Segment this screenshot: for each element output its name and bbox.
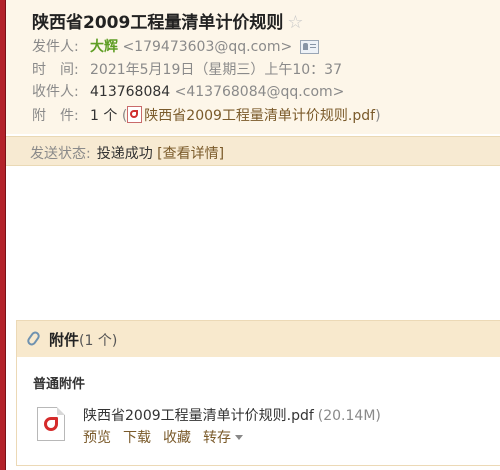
attachment-actions: 预览 下载 收藏 转存 bbox=[83, 427, 255, 447]
contact-card-icon[interactable] bbox=[300, 40, 320, 54]
attachments-title: 附件(1 个) bbox=[49, 329, 117, 350]
sender-row: 发件人: 大辉 <179473603@qq.com> bbox=[32, 38, 320, 56]
favorite-link[interactable]: 收藏 bbox=[163, 430, 191, 446]
attachments-panel: 附件(1 个) 普通附件 陕西省2009工程量清单计价规则.pdf (20.14M… bbox=[16, 320, 500, 466]
mail-subject: 陕西省2009工程量清单计价规则 ☆ bbox=[32, 8, 303, 33]
attachments-title-text: 附件 bbox=[49, 331, 80, 349]
sender-label: 发件人: bbox=[32, 39, 79, 55]
attachment-count: 1 个 bbox=[90, 108, 118, 124]
paperclip-icon bbox=[25, 329, 42, 348]
save-to-link[interactable]: 转存 bbox=[203, 430, 243, 446]
attachment-row: 附 件: 1 个 (陕西省2009工程量清单计价规则.pdf) bbox=[32, 106, 381, 125]
delivery-status-bar: 发送状态: 投递成功 [查看详情] bbox=[6, 136, 500, 166]
time-row: 时 间: 2021年5月19日（星期三）上午10：37 bbox=[32, 61, 342, 79]
paren-close: ) bbox=[375, 108, 381, 124]
attachment-file-link[interactable]: 陕西省2009工程量清单计价规则.pdf bbox=[144, 108, 375, 124]
file-size: (20.14M) bbox=[317, 408, 381, 424]
attachment-file-name: 陕西省2009工程量清单计价规则.pdf (20.14M) bbox=[83, 405, 381, 425]
attachments-header: 附件(1 个) bbox=[17, 321, 500, 357]
mail-header: 陕西省2009工程量清单计价规则 ☆ 发件人: 大辉 <179473603@qq.c… bbox=[6, 0, 500, 134]
time-value: 2021年5月19日（星期三）上午10：37 bbox=[90, 62, 342, 78]
recipient-label: 收件人: bbox=[32, 84, 79, 100]
attachment-label: 附 件: bbox=[32, 108, 79, 124]
preview-link[interactable]: 预览 bbox=[83, 430, 111, 446]
status-label: 发送状态: bbox=[30, 146, 91, 162]
attachments-count: (1 个) bbox=[79, 333, 118, 349]
subject-text: 陕西省2009工程量清单计价规则 bbox=[32, 13, 284, 33]
recipient-address[interactable]: <413768084@qq.com> bbox=[175, 84, 345, 100]
pdf-file-icon[interactable] bbox=[37, 407, 65, 441]
sender-address[interactable]: <179473603@qq.com> bbox=[122, 39, 292, 55]
star-icon[interactable]: ☆ bbox=[287, 12, 303, 33]
sender-name[interactable]: 大辉 bbox=[90, 39, 118, 55]
chevron-down-icon bbox=[235, 435, 243, 440]
status-row: 发送状态: 投递成功 [查看详情] bbox=[30, 143, 224, 163]
view-details-link[interactable]: [查看详情] bbox=[157, 146, 224, 162]
file-name-text[interactable]: 陕西省2009工程量清单计价规则.pdf bbox=[83, 408, 314, 424]
save-to-label: 转存 bbox=[203, 430, 231, 446]
recipient-name[interactable]: 413768084 bbox=[90, 84, 170, 100]
pdf-icon bbox=[127, 106, 143, 123]
normal-attachments-heading: 普通附件 bbox=[33, 377, 86, 392]
download-link[interactable]: 下载 bbox=[123, 430, 151, 446]
status-value: 投递成功 bbox=[96, 146, 153, 162]
recipient-row: 收件人: 413768084 <413768084@qq.com> bbox=[32, 83, 344, 101]
time-label: 时 间: bbox=[32, 62, 79, 78]
